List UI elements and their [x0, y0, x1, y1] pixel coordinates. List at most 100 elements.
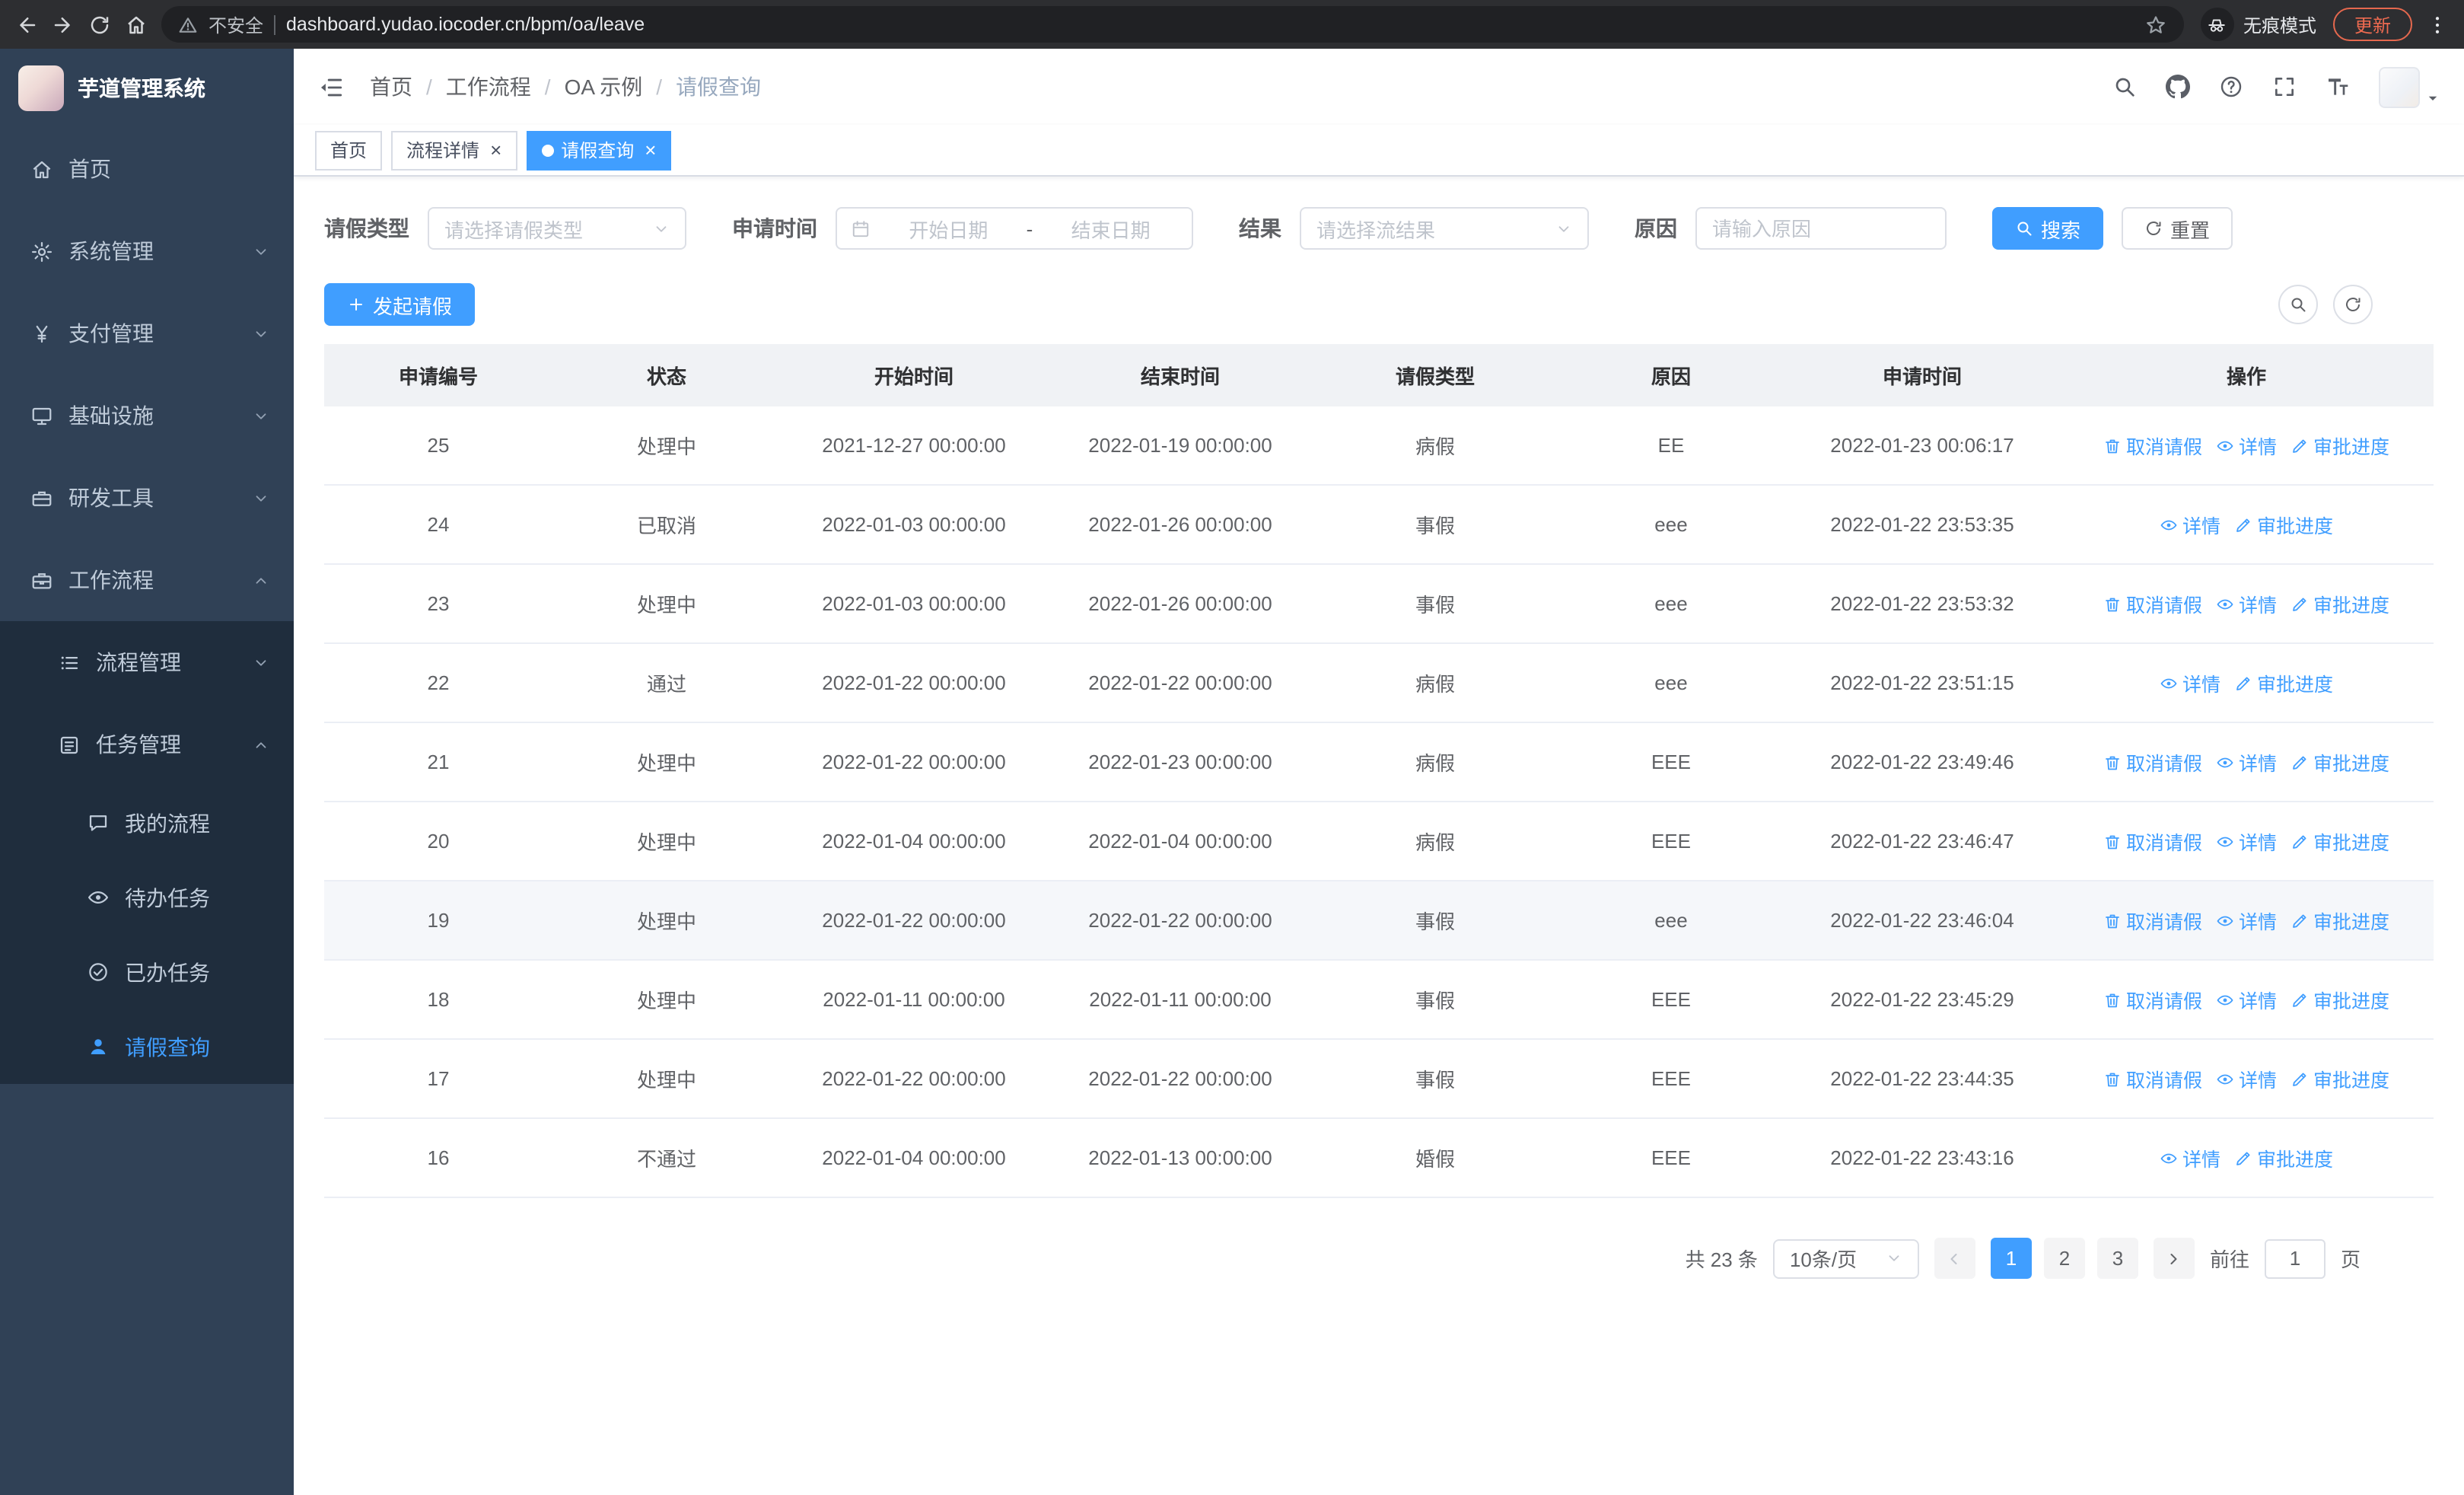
avatar[interactable] [2379, 66, 2420, 107]
browser-home-icon[interactable] [125, 13, 148, 36]
page-size-select[interactable]: 10条/页 [1772, 1238, 1919, 1278]
sidebar-collapse-icon[interactable] [318, 74, 344, 100]
help-icon[interactable] [2219, 75, 2243, 99]
not-secure-icon[interactable] [178, 14, 198, 34]
detail-link[interactable]: 详情 [2216, 589, 2277, 618]
bookmark-star-icon[interactable] [2144, 13, 2167, 36]
cancel-leave-link[interactable]: 取消请假 [2103, 1064, 2202, 1093]
fullscreen-icon[interactable] [2272, 75, 2297, 99]
back-icon[interactable] [15, 13, 38, 36]
cancel-leave-link[interactable]: 取消请假 [2103, 431, 2202, 460]
breadcrumb-item[interactable]: OA 示例 [565, 72, 643, 102]
plus-icon [347, 295, 365, 314]
detail-link[interactable]: 详情 [2160, 1143, 2220, 1172]
progress-link[interactable]: 审批进度 [2234, 1143, 2333, 1172]
next-page-button[interactable] [2153, 1238, 2195, 1279]
edit-icon [2234, 1149, 2252, 1167]
progress-link[interactable]: 审批进度 [2291, 431, 2389, 460]
font-size-icon[interactable] [2326, 75, 2350, 99]
sidebar-item-payment[interactable]: 支付管理 [0, 292, 294, 375]
toggle-search-button[interactable] [2278, 285, 2318, 324]
user-menu[interactable] [2379, 66, 2440, 107]
sidebar-item-devtools[interactable]: 研发工具 [0, 457, 294, 539]
logo[interactable]: 芋道管理系统 [0, 49, 294, 128]
sidebar-item-done-task[interactable]: 已办任务 [0, 935, 294, 1009]
progress-link[interactable]: 审批进度 [2291, 748, 2389, 776]
sidebar-item-my-process[interactable]: 我的流程 [0, 786, 294, 860]
progress-link[interactable]: 审批进度 [2291, 985, 2389, 1014]
cancel-leave-link[interactable]: 取消请假 [2103, 827, 2202, 856]
sidebar-item-process-mgmt[interactable]: 流程管理 [0, 621, 294, 703]
reason-input[interactable] [1695, 207, 1947, 250]
cell-reason: EEE [1557, 960, 1785, 1040]
detail-link[interactable]: 详情 [2216, 431, 2277, 460]
progress-link[interactable]: 审批进度 [2234, 510, 2333, 539]
tab-home[interactable]: 首页 [315, 130, 383, 170]
cancel-leave-link[interactable]: 取消请假 [2103, 589, 2202, 618]
page-button-1[interactable]: 1 [1990, 1238, 2032, 1279]
url-text[interactable]: dashboard.yudao.iocoder.cn/bpm/oa/leave [286, 14, 2134, 35]
progress-link[interactable]: 审批进度 [2291, 1064, 2389, 1093]
tab-active-dot [541, 144, 554, 156]
address-bar[interactable]: 不安全 dashboard.yudao.iocoder.cn/bpm/oa/le… [161, 6, 2184, 43]
tab-process-detail[interactable]: 流程详情 × [391, 130, 517, 170]
cell-status: 处理中 [552, 722, 781, 802]
tab-close-icon[interactable]: × [645, 140, 656, 160]
browser-menu-icon[interactable] [2426, 13, 2449, 36]
leave-table: 申请编号 状态 开始时间 结束时间 请假类型 原因 申请时间 操作 25 处理中 2021-12-… [324, 344, 2434, 1198]
github-icon[interactable] [2166, 75, 2190, 99]
progress-link[interactable]: 审批进度 [2234, 668, 2333, 697]
breadcrumb-item[interactable]: 工作流程 [446, 72, 531, 102]
reload-icon[interactable] [88, 13, 111, 36]
tab-leave-query[interactable]: 请假查询 × [526, 130, 672, 170]
cell-start: 2022-01-22 00:00:00 [781, 643, 1047, 723]
filter-apply-time: 申请时间 开始日期 - 结束日期 [732, 207, 1193, 250]
forward-icon[interactable] [52, 13, 75, 36]
edit-icon [2291, 1069, 2309, 1088]
sidebar-item-task-mgmt[interactable]: 任务管理 [0, 703, 294, 786]
progress-link[interactable]: 审批进度 [2291, 906, 2389, 935]
progress-link[interactable]: 审批进度 [2291, 827, 2389, 856]
result-select[interactable]: 请选择流结果 [1300, 207, 1589, 250]
header-search-icon[interactable] [2112, 75, 2137, 99]
detail-link[interactable]: 详情 [2216, 906, 2277, 935]
goto-page-input[interactable] [2264, 1238, 2326, 1278]
tab-close-icon[interactable]: × [490, 140, 501, 160]
detail-link[interactable]: 详情 [2216, 985, 2277, 1014]
cell-id: 19 [324, 881, 552, 961]
refresh-table-button[interactable] [2333, 285, 2373, 324]
sidebar-item-todo-task[interactable]: 待办任务 [0, 860, 294, 935]
breadcrumb-item[interactable]: 首页 [370, 72, 412, 102]
search-button[interactable]: 搜索 [1992, 207, 2104, 250]
detail-link[interactable]: 详情 [2160, 510, 2220, 539]
detail-link[interactable]: 详情 [2216, 827, 2277, 856]
page-button-3[interactable]: 3 [2096, 1238, 2138, 1279]
update-button[interactable]: 更新 [2332, 8, 2412, 41]
create-leave-button[interactable]: 发起请假 [324, 283, 476, 326]
cell-applied: 2022-01-22 23:44:35 [1785, 1039, 2059, 1119]
page-button-2[interactable]: 2 [2043, 1238, 2085, 1279]
sidebar-item-workflow[interactable]: 工作流程 [0, 539, 294, 621]
leave-type-select[interactable]: 请选择请假类型 [428, 207, 686, 250]
cell-status: 处理中 [552, 881, 781, 961]
sidebar-item-system[interactable]: 系统管理 [0, 210, 294, 292]
detail-link[interactable]: 详情 [2160, 668, 2220, 697]
sidebar-item-home[interactable]: 首页 [0, 128, 294, 210]
url-divider [274, 14, 276, 34]
cancel-leave-link[interactable]: 取消请假 [2103, 748, 2202, 776]
cancel-leave-link[interactable]: 取消请假 [2103, 985, 2202, 1014]
column-header: 操作 [2059, 344, 2434, 406]
column-header: 状态 [552, 344, 781, 406]
sidebar-item-infra[interactable]: 基础设施 [0, 375, 294, 457]
apply-time-range-picker[interactable]: 开始日期 - 结束日期 [836, 207, 1193, 250]
cancel-leave-link[interactable]: 取消请假 [2103, 906, 2202, 935]
search-button-label: 搜索 [2041, 218, 2081, 241]
progress-link[interactable]: 审批进度 [2291, 589, 2389, 618]
reset-button[interactable]: 重置 [2122, 207, 2233, 250]
prev-page-button[interactable] [1934, 1238, 1975, 1279]
sidebar-item-leave-query[interactable]: 请假查询 [0, 1009, 294, 1084]
detail-link[interactable]: 详情 [2216, 1064, 2277, 1093]
cell-end: 2022-01-22 00:00:00 [1047, 643, 1313, 723]
detail-link[interactable]: 详情 [2216, 748, 2277, 776]
leave-type-label: 请假类型 [324, 216, 409, 241]
